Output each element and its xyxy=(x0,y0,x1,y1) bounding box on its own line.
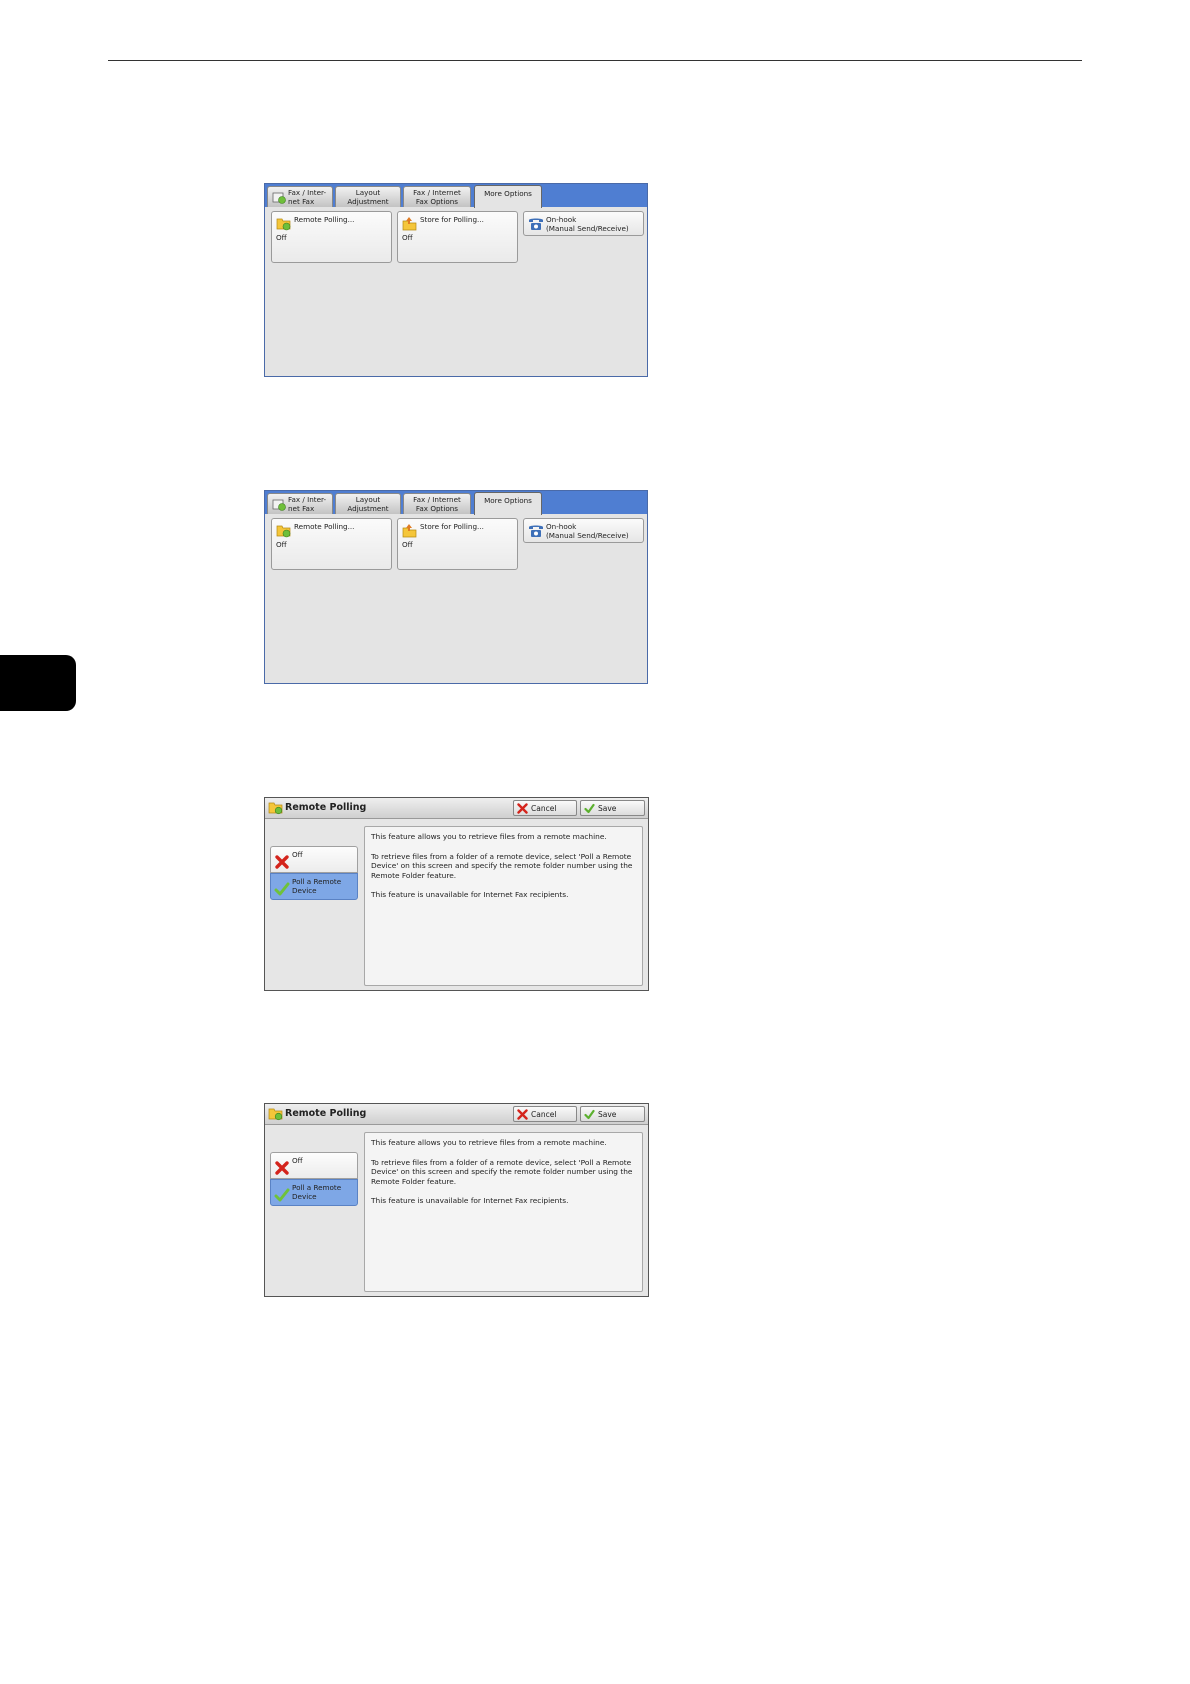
option-poll-label: Poll a Remote Device xyxy=(292,1183,342,1201)
tab-label: Fax / Inter- net Fax xyxy=(288,188,327,206)
tab-layout-adjustment[interactable]: Layout Adjustment xyxy=(335,493,401,514)
cancel-x-icon xyxy=(517,1109,528,1120)
option-poll-remote-device[interactable]: Poll a Remote Device xyxy=(270,1179,358,1206)
remote-polling-label: Remote Polling... xyxy=(294,215,355,224)
cancel-x-icon xyxy=(517,803,528,814)
option-off[interactable]: Off xyxy=(270,846,358,873)
store-for-polling-icon xyxy=(402,217,417,231)
remote-polling-folder-icon xyxy=(268,802,283,815)
tab-label: More Options xyxy=(484,496,532,505)
tab-fax-internet-fax[interactable]: Fax / Inter- net Fax xyxy=(267,186,333,207)
poll-check-icon xyxy=(274,882,290,896)
on-hook-sublabel: (Manual Send/Receive) xyxy=(546,224,629,233)
on-hook-button[interactable]: On-hook (Manual Send/Receive) xyxy=(523,518,644,543)
fax-tab-icon xyxy=(272,499,286,511)
option-poll-label: Poll a Remote Device xyxy=(292,877,342,895)
store-for-polling-label: Store for Polling... xyxy=(420,215,484,224)
save-button[interactable]: Save xyxy=(580,800,645,816)
tab-more-options[interactable]: More Options xyxy=(474,492,542,515)
save-check-icon xyxy=(584,803,595,814)
remote-polling-folder-icon xyxy=(276,525,291,538)
dialog-title: Remote Polling xyxy=(285,1108,367,1119)
remote-polling-button[interactable]: Remote Polling... Off xyxy=(271,211,392,263)
remote-polling-dialog: Remote Polling Cancel Save Off Poll a Re… xyxy=(264,1103,649,1297)
remote-polling-value: Off xyxy=(276,540,287,549)
off-x-icon xyxy=(275,1161,289,1175)
tab-fax-internet-fax[interactable]: Fax / Inter- net Fax xyxy=(267,493,333,514)
store-for-polling-value: Off xyxy=(402,540,413,549)
store-for-polling-button[interactable]: Store for Polling... Off xyxy=(397,211,518,263)
fax-more-options-screen: Fax / Inter- net Fax Layout Adjustment F… xyxy=(264,183,648,377)
tab-label: Layout Adjustment xyxy=(347,495,389,513)
remote-polling-button[interactable]: Remote Polling... Off xyxy=(271,518,392,570)
chapter-side-tab xyxy=(0,655,76,711)
store-for-polling-value: Off xyxy=(402,233,413,242)
remote-polling-dialog: Remote Polling Cancel Save Off Poll a Re… xyxy=(264,797,649,991)
description-text: To retrieve files from a folder of a rem… xyxy=(371,1157,633,1186)
fax-more-options-screen: Fax / Inter- net Fax Layout Adjustment F… xyxy=(264,490,648,684)
remote-polling-folder-icon xyxy=(268,1108,283,1121)
on-hook-sublabel: (Manual Send/Receive) xyxy=(546,531,629,540)
description-text: This feature is unavailable for Internet… xyxy=(371,890,569,900)
tab-layout-adjustment[interactable]: Layout Adjustment xyxy=(335,186,401,207)
on-hook-label: On-hook xyxy=(546,522,577,531)
poll-check-icon xyxy=(274,1188,290,1202)
option-poll-remote-device[interactable]: Poll a Remote Device xyxy=(270,873,358,900)
option-off[interactable]: Off xyxy=(270,1152,358,1179)
tab-label: More Options xyxy=(484,189,532,198)
cancel-label: Cancel xyxy=(531,804,557,813)
remote-polling-folder-icon xyxy=(276,218,291,231)
description-panel: This feature allows you to retrieve file… xyxy=(364,826,643,986)
tab-fax-options[interactable]: Fax / Internet Fax Options xyxy=(403,493,471,514)
remote-polling-label: Remote Polling... xyxy=(294,522,355,531)
description-text: This feature allows you to retrieve file… xyxy=(371,1138,607,1147)
description-text: This feature allows you to retrieve file… xyxy=(371,832,607,841)
store-for-polling-label: Store for Polling... xyxy=(420,522,484,531)
tab-more-options[interactable]: More Options xyxy=(474,185,542,208)
dialog-header: Remote Polling Cancel Save xyxy=(265,798,648,819)
description-text: This feature is unavailable for Internet… xyxy=(371,1196,569,1206)
header-rule xyxy=(108,60,1082,61)
remote-polling-value: Off xyxy=(276,233,287,242)
description-text: To retrieve files from a folder of a rem… xyxy=(371,851,633,880)
on-hook-phone-icon xyxy=(529,525,543,537)
tab-label: Layout Adjustment xyxy=(347,188,389,206)
on-hook-button[interactable]: On-hook (Manual Send/Receive) xyxy=(523,211,644,236)
dialog-header: Remote Polling Cancel Save xyxy=(265,1104,648,1125)
save-button[interactable]: Save xyxy=(580,1106,645,1122)
option-off-label: Off xyxy=(292,850,303,859)
off-x-icon xyxy=(275,855,289,869)
store-for-polling-button[interactable]: Store for Polling... Off xyxy=(397,518,518,570)
description-panel: This feature allows you to retrieve file… xyxy=(364,1132,643,1292)
on-hook-label: On-hook xyxy=(546,215,577,224)
on-hook-phone-icon xyxy=(529,218,543,230)
option-off-label: Off xyxy=(292,1156,303,1165)
store-for-polling-icon xyxy=(402,524,417,538)
tab-label: Fax / Internet Fax Options xyxy=(413,188,461,206)
tab-fax-options[interactable]: Fax / Internet Fax Options xyxy=(403,186,471,207)
cancel-button[interactable]: Cancel xyxy=(513,1106,577,1122)
dialog-title: Remote Polling xyxy=(285,802,367,813)
cancel-label: Cancel xyxy=(531,1110,557,1119)
save-label: Save xyxy=(598,1110,617,1119)
save-check-icon xyxy=(584,1109,595,1120)
cancel-button[interactable]: Cancel xyxy=(513,800,577,816)
fax-tab-icon xyxy=(272,192,286,204)
tab-label: Fax / Inter- net Fax xyxy=(288,495,327,513)
save-label: Save xyxy=(598,804,617,813)
tab-label: Fax / Internet Fax Options xyxy=(413,495,461,513)
